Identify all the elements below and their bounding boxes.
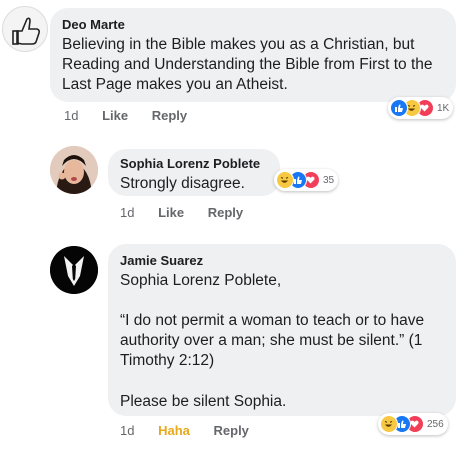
- comment-actions: 1d Like Reply: [120, 205, 263, 220]
- reply-button[interactable]: Reply: [214, 423, 249, 438]
- comment-sophia-poblete: Sophia Lorenz Poblete Strongly disagree.…: [0, 140, 460, 230]
- avatar[interactable]: [50, 246, 98, 294]
- avatar[interactable]: [50, 146, 98, 194]
- comment-author[interactable]: Sophia Lorenz Poblete: [120, 156, 268, 171]
- comment-deo-marte: Deo Marte Believing in the Bible makes y…: [0, 0, 460, 135]
- comment-timestamp: 1d: [120, 205, 135, 220]
- haha-reaction-button[interactable]: Haha: [158, 423, 190, 438]
- like-button[interactable]: Like: [102, 108, 128, 123]
- haha-icon: [380, 415, 398, 433]
- reaction-count: 35: [323, 174, 335, 186]
- reaction-summary[interactable]: 1K: [388, 97, 454, 119]
- avatar[interactable]: [2, 6, 48, 52]
- thumbs-up-drawing-icon: [12, 17, 41, 45]
- comment-bubble: Jamie Suarez Sophia Lorenz Poblete, “I d…: [108, 244, 456, 416]
- comment-bubble: Deo Marte Believing in the Bible makes y…: [50, 8, 456, 102]
- reply-button[interactable]: Reply: [208, 205, 243, 220]
- comment-jamie-suarez: Jamie Suarez Sophia Lorenz Poblete, “I d…: [0, 240, 460, 460]
- reaction-summary[interactable]: 256: [378, 413, 448, 435]
- comment-quote: “I do not permit a woman to teach or to …: [120, 312, 425, 369]
- reply-button[interactable]: Reply: [152, 108, 187, 123]
- comment-author[interactable]: Deo Marte: [62, 17, 444, 32]
- comment-text: Please be silent Sophia.: [120, 393, 287, 410]
- comment-text: Believing in the Bible makes you as a Ch…: [62, 36, 433, 93]
- comment-author[interactable]: Jamie Suarez: [120, 253, 444, 268]
- comment-actions: 1d Like Reply: [64, 108, 207, 123]
- comment-timestamp: 1d: [64, 108, 79, 123]
- comment-text: Strongly disagree.: [120, 175, 245, 192]
- comment-bubble: Sophia Lorenz Poblete Strongly disagree.: [108, 149, 280, 196]
- profile-photo-icon: [50, 146, 98, 194]
- comment-timestamp: 1d: [120, 423, 135, 438]
- haha-icon: [276, 171, 294, 189]
- profile-photo-icon: [50, 246, 98, 294]
- reaction-count: 256: [427, 418, 444, 430]
- reaction-count: 1K: [437, 102, 450, 114]
- like-icon: [390, 99, 408, 117]
- comment-mention[interactable]: Sophia Lorenz Poblete,: [120, 271, 444, 291]
- comment-actions: 1d Haha Reply: [120, 423, 269, 438]
- like-button[interactable]: Like: [158, 205, 184, 220]
- reaction-summary[interactable]: 35: [274, 169, 339, 191]
